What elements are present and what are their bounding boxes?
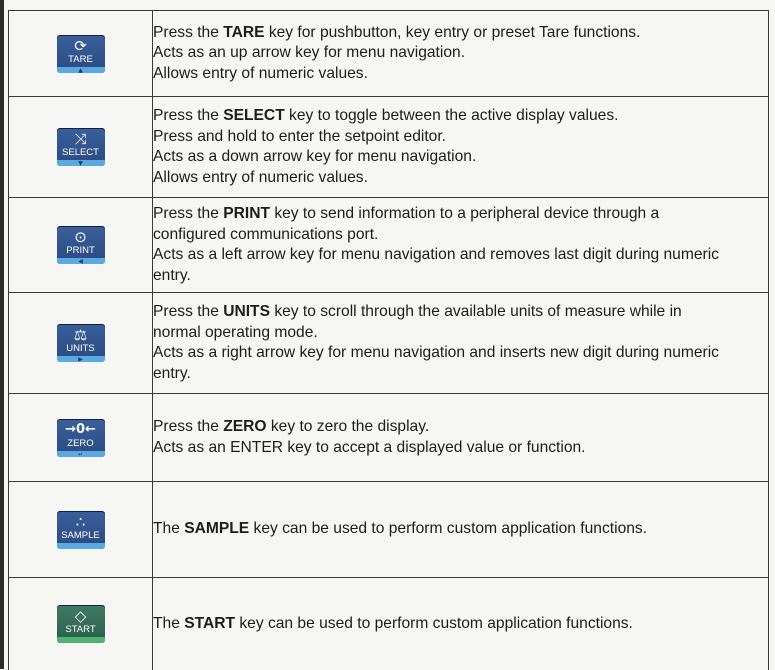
key-name: START — [184, 614, 236, 632]
description-cell: Press the UNITS key to scroll through th… — [152, 292, 769, 394]
key-cell: ∴ SAMPLE — [8, 481, 153, 578]
description-line: normal operating mode. — [153, 323, 318, 341]
text-fragment: key to send information to a peripheral … — [269, 205, 660, 222]
key-name: SELECT — [223, 107, 285, 124]
table-row: ⤨ SELECT ▼ Press the SELECT key to toggl… — [8, 96, 769, 198]
key-label: UNITS — [66, 343, 95, 354]
description-line: Press the SELECT key to toggle between t… — [153, 106, 768, 127]
text-fragment: Press the — [153, 303, 224, 320]
zero-key-button[interactable]: →0← ZERO ↵ — [56, 418, 105, 458]
key-cell: ⊙ PRINT ◀ — [8, 197, 153, 293]
sample-key-button[interactable]: ∴ SAMPLE — [56, 510, 105, 549]
key-stripe — [56, 636, 105, 643]
tare-key-button[interactable]: ⟳ TARE ▲ — [56, 34, 105, 74]
description-line: configured communications port. — [153, 225, 379, 243]
units-key-button[interactable]: ⚖ UNITS ▶ — [56, 324, 105, 363]
description-cell: The SAMPLE key can be used to perform cu… — [152, 481, 769, 578]
description-cell: The START key can be used to perform cus… — [152, 577, 769, 670]
description-line: entry. — [153, 364, 191, 382]
description-line: Press the UNITS key to scroll through th… — [153, 302, 768, 323]
units-icon: ⚖ — [73, 326, 88, 344]
description-line: Allows entry of numeric values. — [153, 168, 368, 186]
page-edge-bar — [0, 0, 4, 669]
text-fragment: key to toggle between the active display… — [284, 107, 619, 124]
key-label: PRINT — [66, 245, 95, 256]
table-row: ∴ SAMPLE The SAMPLE key can be used to p… — [8, 481, 769, 578]
description-cell: Press the TARE key for pushbutton, key e… — [152, 10, 769, 97]
table-row: ◇ START The START key can be used to per… — [8, 577, 769, 670]
key-cell: ⤨ SELECT ▼ — [8, 96, 153, 198]
description-cell: Press the ZERO key to zero the display. … — [152, 393, 769, 482]
key-name: ZERO — [223, 418, 267, 435]
description-line: Press and hold to enter the setpoint edi… — [153, 127, 447, 145]
description-cell: Press the PRINT key to send information … — [152, 197, 769, 293]
text-fragment: Press the — [153, 418, 224, 435]
text-fragment: key to scroll through the available unit… — [269, 303, 682, 320]
enter-arrow-icon: ↵ — [77, 450, 84, 458]
text-fragment: Press the — [153, 23, 224, 41]
key-stripe — [56, 542, 105, 549]
key-label: SAMPLE — [61, 529, 100, 541]
key-label: START — [65, 623, 96, 635]
key-label: SELECT — [62, 147, 99, 158]
description-line: The START key can be used to perform cus… — [153, 614, 768, 635]
right-arrow-icon: ▶ — [78, 356, 83, 363]
sample-icon: ∴ — [75, 512, 86, 531]
table-row: ⚖ UNITS ▶ Press the UNITS key to scroll … — [8, 292, 769, 394]
description-line: Acts as an up arrow key for menu navigat… — [153, 44, 466, 62]
table-row: ⟳ TARE ▲ Press the TARE key for pushbutt… — [8, 10, 769, 97]
description-line: Allows entry of numeric values. — [153, 64, 368, 82]
description-line: Acts as a right arrow key for menu navig… — [153, 344, 719, 361]
text-fragment: key to zero the display. — [266, 418, 430, 435]
text-fragment: The — [153, 520, 185, 538]
description-line: Press the ZERO key to zero the display. — [153, 417, 768, 438]
description-line: Acts as an ENTER key to accept a display… — [153, 438, 586, 456]
description-line: Press the PRINT key to send information … — [153, 204, 768, 225]
start-key-button[interactable]: ◇ START — [56, 604, 105, 643]
key-cell: ⚖ UNITS ▶ — [8, 292, 153, 394]
key-cell: →0← ZERO ↵ — [8, 393, 153, 482]
select-icon: ⤨ — [74, 130, 87, 148]
key-name: TARE — [223, 23, 265, 41]
zero-icon: →0← — [65, 421, 96, 437]
description-line: Press the TARE key for pushbutton, key e… — [153, 23, 768, 44]
text-fragment: The — [153, 614, 185, 632]
text-fragment: Press the — [153, 107, 224, 124]
print-key-button[interactable]: ⊙ PRINT ◀ — [56, 226, 105, 265]
up-arrow-icon: ▲ — [78, 66, 83, 74]
key-function-table: ⟳ TARE ▲ Press the TARE key for pushbutt… — [8, 10, 769, 670]
text-fragment: key for pushbutton, key entry or preset … — [264, 23, 641, 41]
description-line: Acts as a down arrow key for menu naviga… — [153, 148, 477, 165]
text-fragment: Press the — [153, 205, 224, 222]
table-row: →0← ZERO ↵ Press the ZERO key to zero th… — [8, 393, 769, 482]
description-cell: Press the SELECT key to toggle between t… — [152, 96, 769, 198]
text-fragment: key can be used to perform custom applic… — [249, 520, 648, 538]
description-line: entry. — [153, 266, 191, 284]
tare-icon: ⟳ — [74, 36, 87, 55]
start-icon: ◇ — [74, 606, 87, 625]
text-fragment: key can be used to perform custom applic… — [235, 614, 633, 632]
key-name: UNITS — [223, 303, 270, 320]
key-name: PRINT — [223, 205, 270, 222]
description-line: The SAMPLE key can be used to perform cu… — [153, 519, 768, 540]
print-icon: ⊙ — [74, 228, 87, 246]
key-name: SAMPLE — [184, 520, 250, 538]
page: ⟳ TARE ▲ Press the TARE key for pushbutt… — [0, 0, 775, 670]
description-line: Acts as a left arrow key for menu naviga… — [153, 246, 719, 263]
table-row: ⊙ PRINT ◀ Press the PRINT key to send in… — [8, 197, 769, 293]
key-cell: ⟳ TARE ▲ — [8, 10, 153, 97]
down-arrow-icon: ▼ — [78, 160, 83, 167]
key-label: TARE — [68, 53, 93, 65]
select-key-button[interactable]: ⤨ SELECT ▼ — [56, 128, 105, 167]
key-cell: ◇ START — [8, 577, 153, 670]
left-arrow-icon: ◀ — [78, 258, 83, 265]
key-label: ZERO — [67, 437, 94, 449]
